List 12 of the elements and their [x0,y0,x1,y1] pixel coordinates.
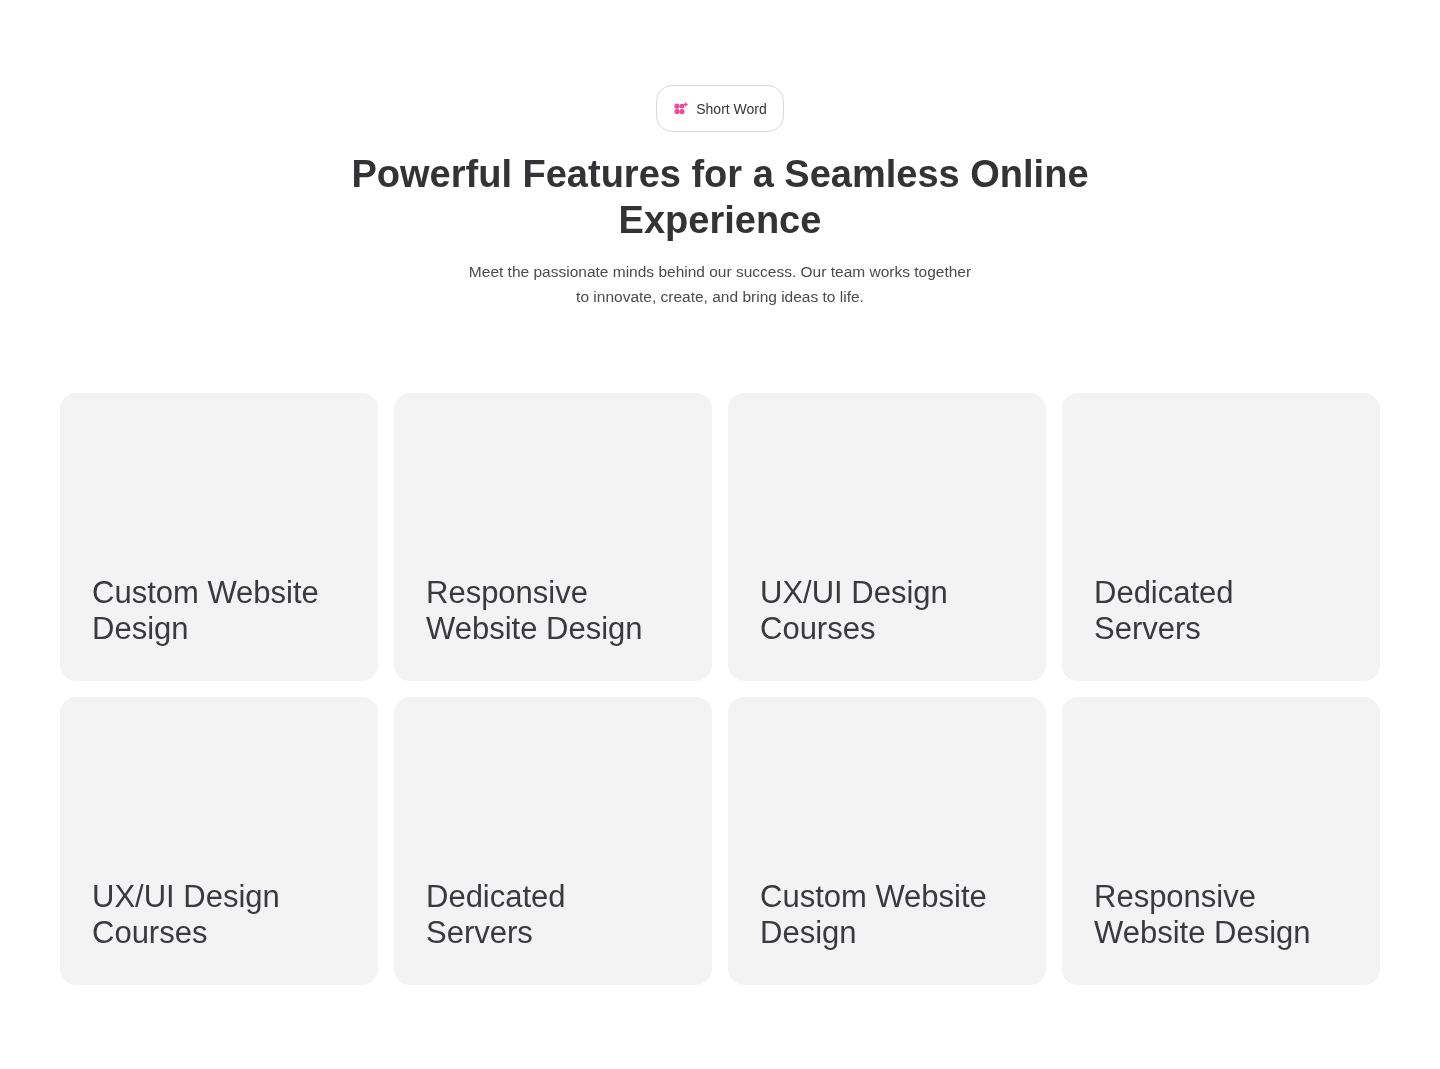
section-subtitle: Meet the passionate minds behind our success. Our team works together to innovate, create, and bring ideas to life. [467,262,973,307]
feature-title: Responsive Website Design [426,575,644,647]
feature-title: Custom Website Design [92,575,320,647]
feature-title: Dedicated Servers [426,879,567,951]
tag-text: Short Word [696,100,767,117]
section-heading: Powerful Features for a Seamless Online Experience [350,152,1090,243]
feature-title: Responsive Website Design [1094,879,1312,951]
dots-icon [674,102,689,115]
feature-title: UX/UI Design Courses [760,575,949,647]
feature-title: UX/UI Design Courses [92,879,281,951]
feature-title: Dedicated Servers [1094,575,1235,647]
feature-title: Custom Website Design [760,879,988,951]
